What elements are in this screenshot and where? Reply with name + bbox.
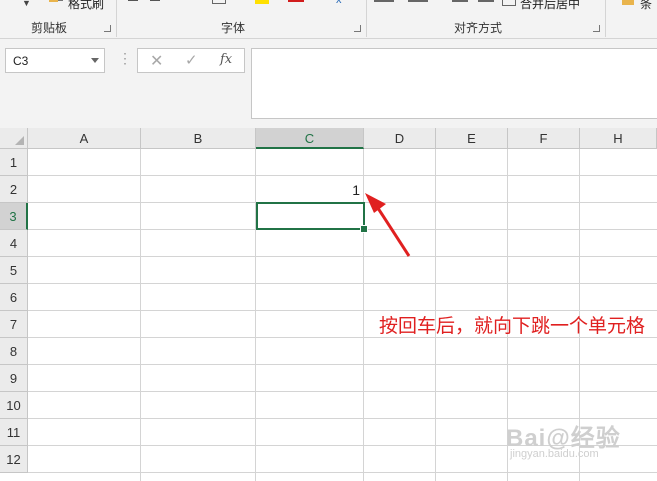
annotation-text: 按回车后，就向下跳一个单元格: [379, 316, 646, 337]
annotation-arrow-layer: [365, 193, 411, 257]
watermark-url: jingyan.baidu.com: [510, 448, 599, 460]
annotation-arrow-line: [372, 201, 411, 257]
annotation-arrow-head: [365, 193, 386, 213]
